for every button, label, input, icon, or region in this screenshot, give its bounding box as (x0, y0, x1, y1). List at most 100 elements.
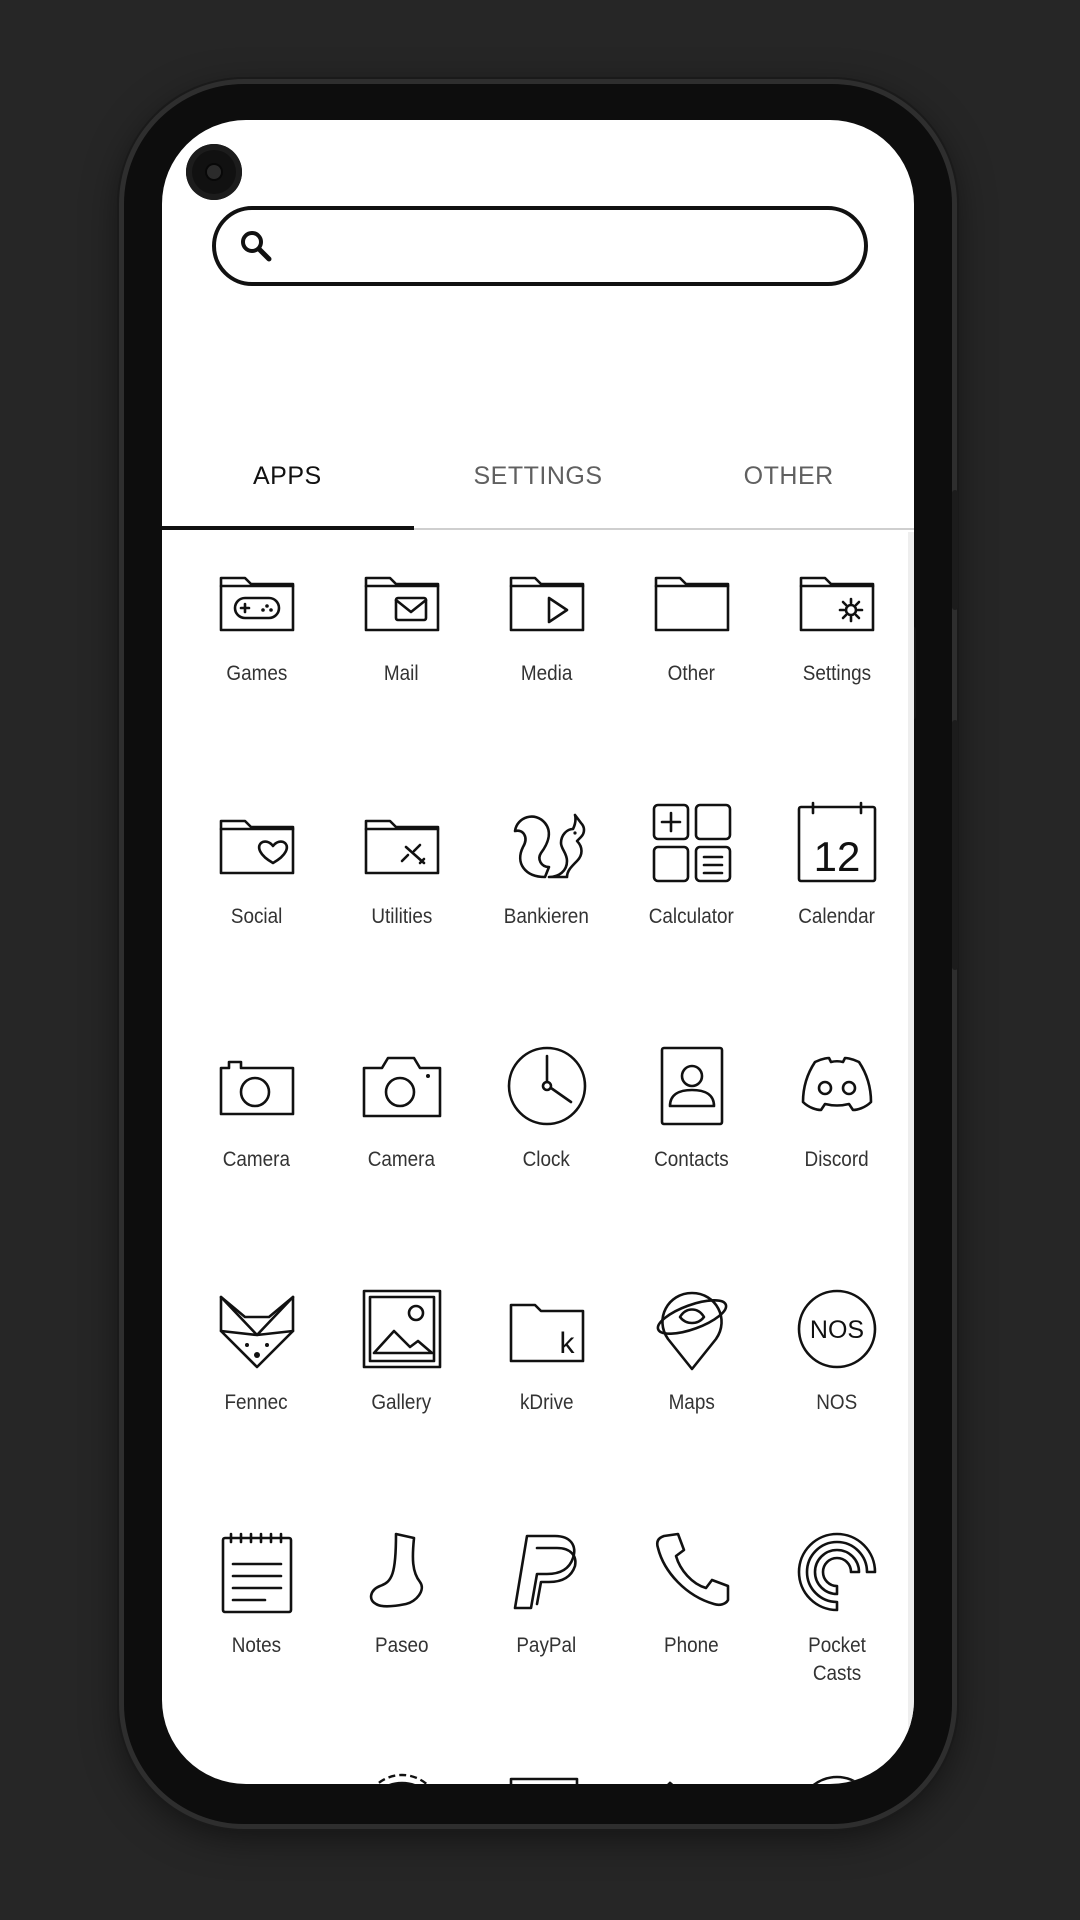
app-contacts[interactable]: Contacts (619, 1044, 764, 1174)
tab-settings[interactable]: SETTINGS (413, 420, 664, 532)
clock-icon (505, 1044, 589, 1128)
folder-games-icon (215, 558, 299, 642)
folder-media-icon (505, 558, 589, 642)
app-label: NOS (816, 1391, 857, 1414)
tab-other[interactable]: OTHER (663, 420, 914, 532)
app-label: PayPal (516, 1634, 577, 1657)
search-bar[interactable] (212, 206, 868, 286)
slide-icon (505, 1773, 589, 1784)
app-snapseed[interactable]: Snapseed (619, 1773, 764, 1784)
app-label: Games (226, 662, 287, 685)
app-label: Camera (367, 1148, 436, 1171)
app-slide[interactable]: Slide (474, 1773, 619, 1784)
folder-social-icon (215, 801, 299, 885)
spotify-icon (795, 1773, 879, 1784)
phone-icon (650, 1530, 734, 1614)
app-label: Camera (222, 1148, 291, 1171)
app-phone[interactable]: Phone (619, 1530, 764, 1660)
app-label: Pocket Casts (807, 1634, 866, 1685)
app-clock[interactable]: Clock (474, 1044, 619, 1174)
app-label: kDrive (519, 1391, 574, 1414)
camera-icon (215, 1044, 299, 1128)
app-games[interactable]: Games (184, 558, 329, 688)
app-label: Notes (231, 1634, 282, 1657)
calculator-icon (650, 801, 734, 885)
app-label: Gallery (371, 1391, 432, 1414)
app-other[interactable]: Other (619, 558, 764, 688)
app-fennec[interactable]: Fennec (184, 1287, 329, 1417)
tab-apps[interactable]: APPS (162, 420, 413, 532)
app-label: Clock (522, 1148, 571, 1171)
app-label: Phone (664, 1634, 719, 1657)
screen: APPS SETTINGS OTHER Games Mail Media Other S… (162, 120, 914, 1784)
app-label: Calculator (648, 905, 735, 928)
app-label: Calendar (798, 905, 875, 928)
app-label: Social (230, 905, 283, 928)
app-label: Other (667, 662, 716, 685)
app-label: Settings (802, 662, 871, 685)
camera-alt-icon (360, 1044, 444, 1128)
gallery-icon (360, 1287, 444, 1371)
tab-active-indicator (162, 526, 414, 530)
app-paseo[interactable]: Paseo (329, 1530, 474, 1660)
app-maps[interactable]: Maps (619, 1287, 764, 1417)
signal-icon (360, 1773, 444, 1784)
app-label: Maps (668, 1391, 715, 1414)
app-paypal[interactable]: PayPal (474, 1530, 619, 1660)
app-spotify[interactable]: Spotify (764, 1773, 909, 1784)
calendar-date: 12 (813, 833, 860, 880)
fox-icon (215, 1287, 299, 1371)
svg-text:NOS: NOS (809, 1316, 863, 1344)
maps-pin-icon (650, 1287, 734, 1371)
folder-mail-icon (360, 558, 444, 642)
nos-icon: NOS (795, 1287, 879, 1371)
app-calculator[interactable]: Calculator (619, 801, 764, 931)
foot-icon (360, 1530, 444, 1614)
front-camera (186, 144, 242, 200)
squirrel-icon (505, 801, 589, 885)
app-camera[interactable]: Camera (184, 1044, 329, 1174)
folder-utilities-icon (360, 801, 444, 885)
app-utilities[interactable]: Utilities (329, 801, 474, 931)
kdrive-folder-icon: k (505, 1287, 589, 1371)
notes-icon (215, 1530, 299, 1614)
app-settings[interactable]: Settings (764, 558, 909, 688)
app-kdrive[interactable]: k kDrive (474, 1287, 619, 1417)
svg-text:R: R (228, 1776, 284, 1784)
app-notes[interactable]: Notes (184, 1530, 329, 1660)
app-label: Paseo (374, 1634, 429, 1657)
app-revolut[interactable]: RRevolut (184, 1773, 329, 1784)
app-pocket-casts[interactable]: Pocket Casts (764, 1530, 909, 1688)
volume-button-lower (952, 720, 958, 970)
app-mail[interactable]: Mail (329, 558, 474, 688)
app-label: Utilities (371, 905, 432, 928)
folder-icon (650, 558, 734, 642)
snapseed-icon (650, 1773, 734, 1784)
revolut-icon: R (215, 1773, 299, 1784)
app-nos[interactable]: NOS NOS (764, 1287, 909, 1417)
app-discord[interactable]: Discord (764, 1044, 909, 1174)
search-input[interactable] (296, 218, 834, 274)
svg-text:k: k (559, 1327, 575, 1360)
app-label: Mail (384, 662, 419, 685)
calendar-icon: 12 (795, 801, 879, 885)
app-social[interactable]: Social (184, 801, 329, 931)
volume-button (952, 490, 958, 610)
app-label: Media (520, 662, 573, 685)
discord-icon (795, 1044, 879, 1128)
app-gallery[interactable]: Gallery (329, 1287, 474, 1417)
pocket-casts-icon (795, 1530, 879, 1614)
app-media[interactable]: Media (474, 558, 619, 688)
folder-settings-icon (795, 558, 879, 642)
search-icon (241, 231, 272, 262)
paypal-icon (505, 1530, 589, 1614)
app-calendar[interactable]: 12 Calendar (764, 801, 909, 931)
app-label: Contacts (654, 1148, 729, 1171)
app-label: Discord (804, 1148, 869, 1171)
tab-bar: APPS SETTINGS OTHER (162, 420, 914, 532)
app-camera[interactable]: Camera (329, 1044, 474, 1174)
app-bankieren[interactable]: Bankieren (474, 801, 619, 931)
app-signal[interactable]: Signal (329, 1773, 474, 1784)
contacts-icon (650, 1044, 734, 1128)
app-label: Bankieren (503, 905, 590, 928)
